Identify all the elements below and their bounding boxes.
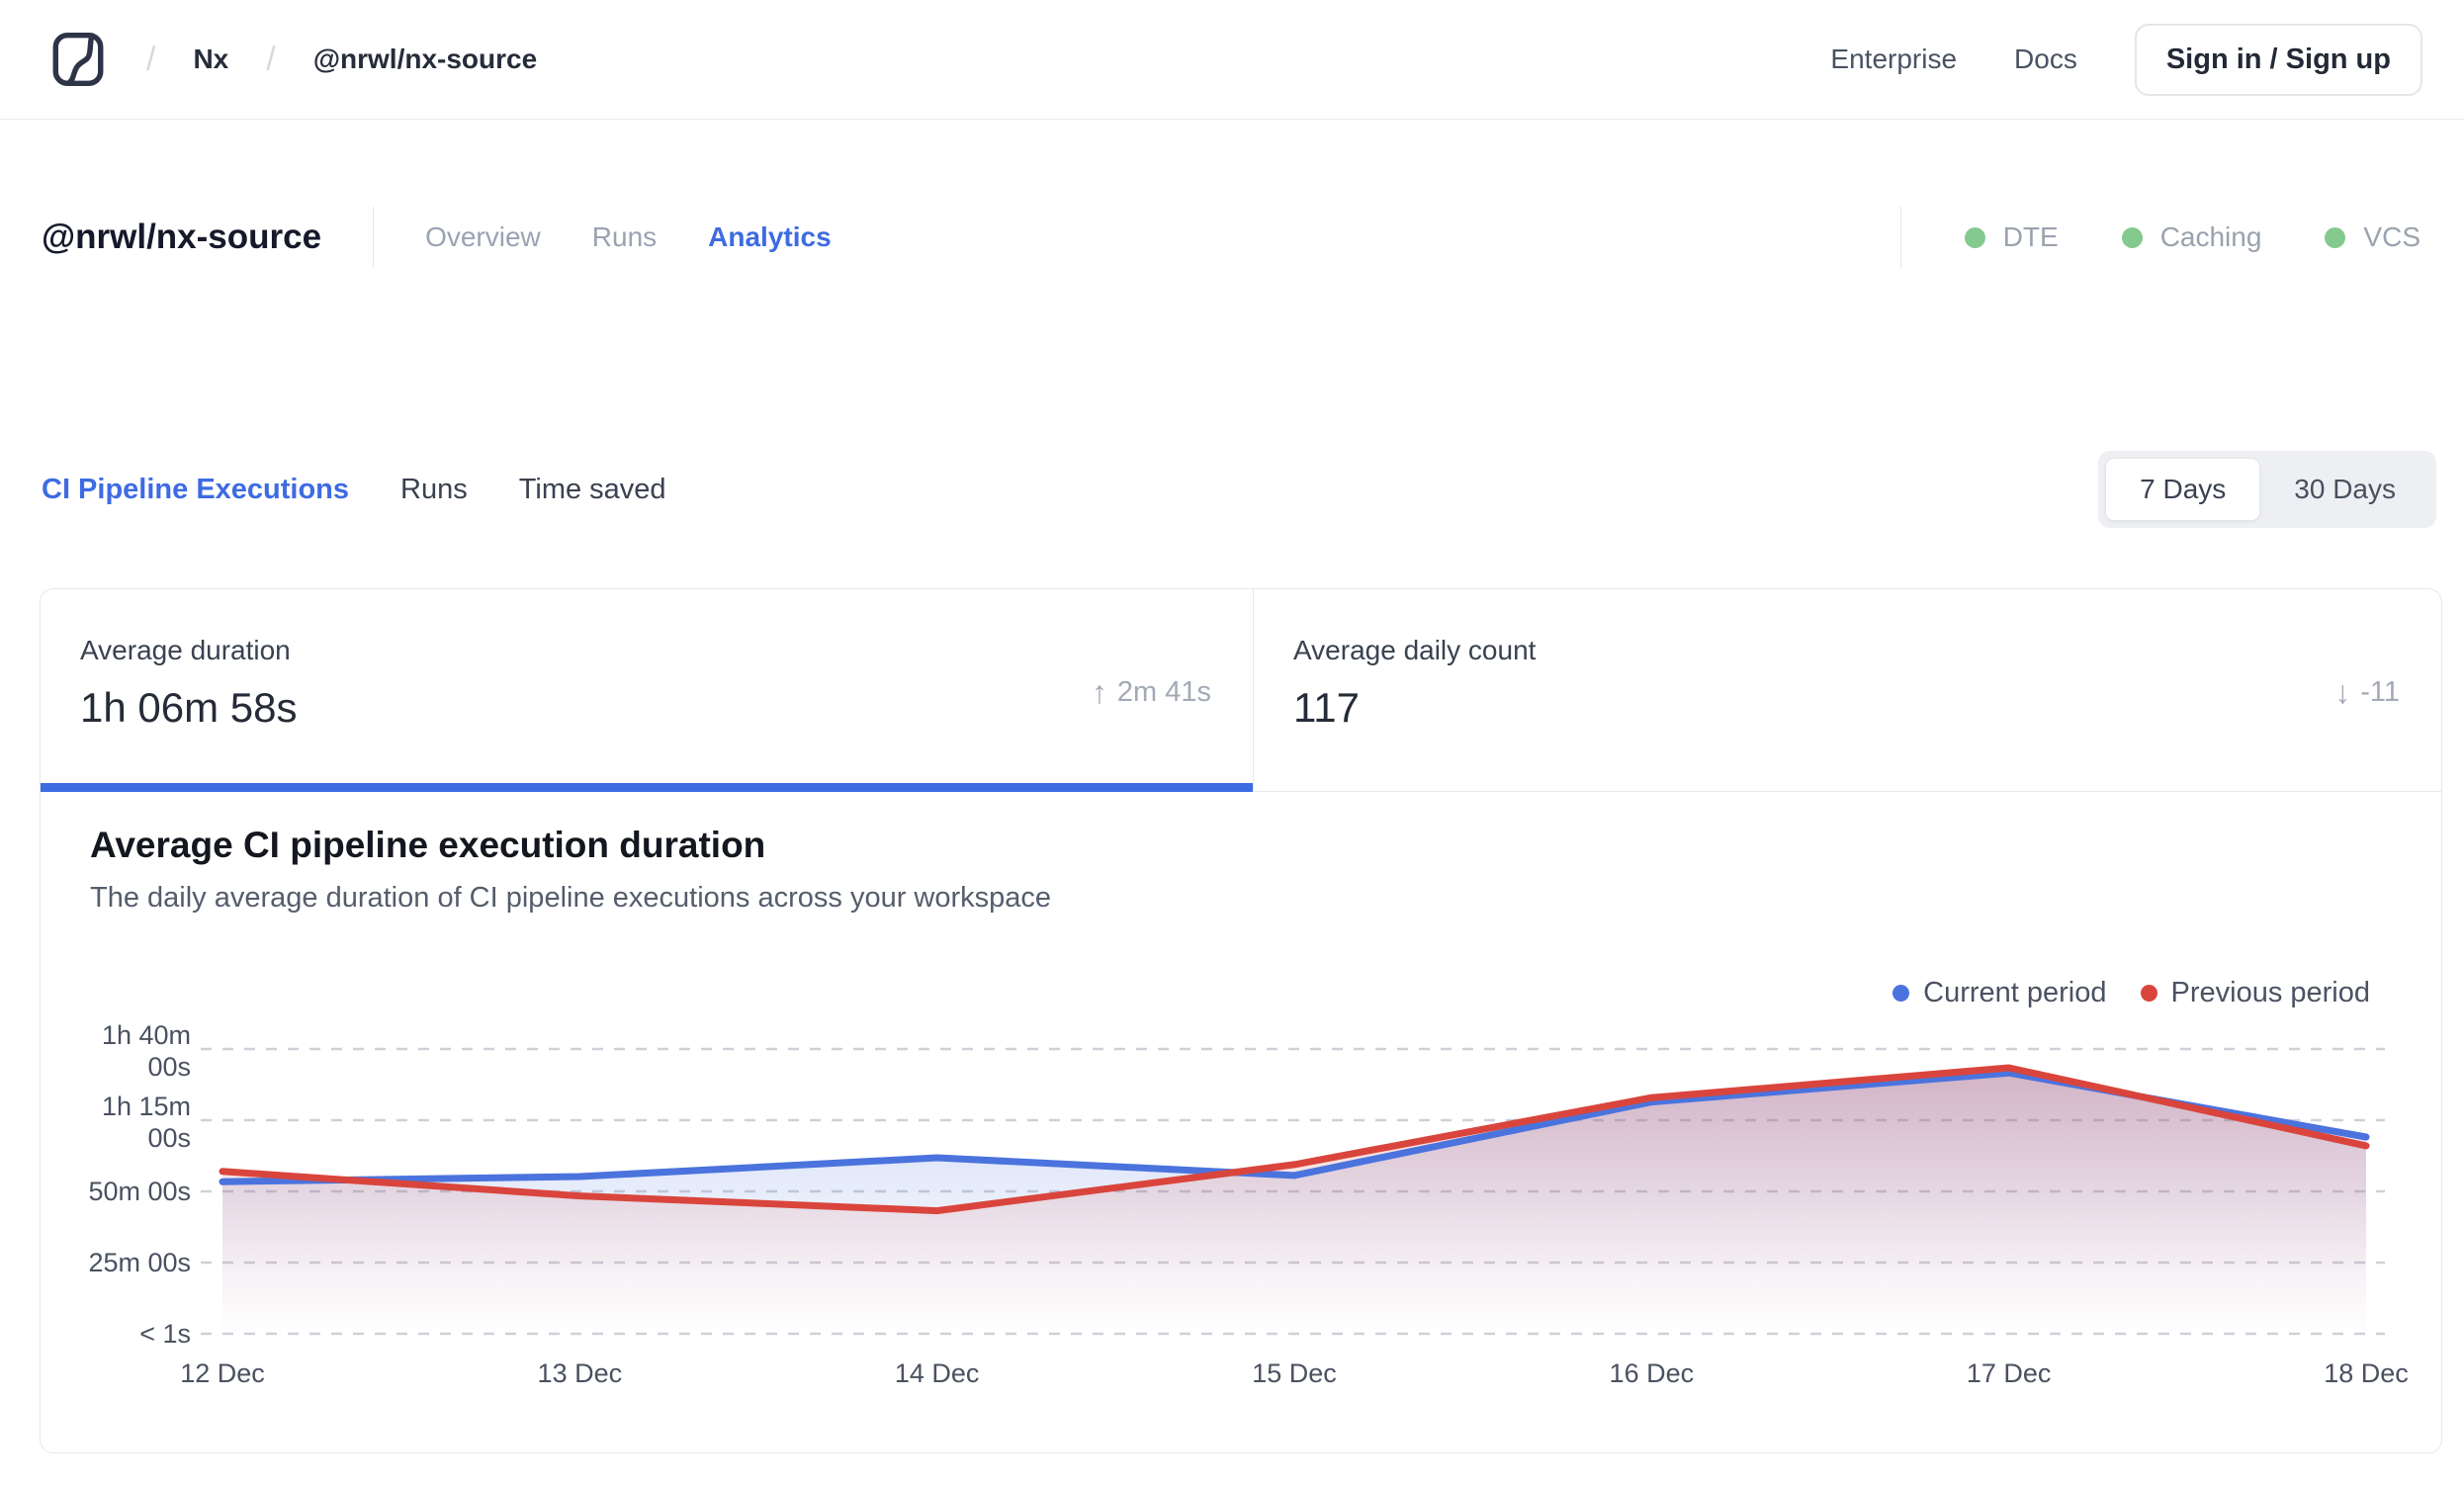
- legend-dot-icon: [2140, 985, 2157, 1002]
- date-range-toggle: 7 Days 30 Days: [2098, 451, 2436, 528]
- docs-link[interactable]: Docs: [2014, 44, 2077, 75]
- stat-card-average-daily-count[interactable]: Average daily count 117 ↓ -11: [1253, 589, 2441, 791]
- analytics-controls: CI Pipeline Executions Runs Time saved 7…: [0, 450, 2464, 529]
- analytics-panel: Average duration 1h 06m 58s ↑ 2m 41s Ave…: [40, 588, 2442, 1453]
- status-label: DTE: [2002, 221, 2059, 252]
- chart-title: Average CI pipeline execution duration: [90, 825, 766, 865]
- stat-delta: ↑ 2m 41s: [1092, 674, 1211, 711]
- stats-row: Average duration 1h 06m 58s ↑ 2m 41s Ave…: [41, 589, 2441, 792]
- workspace-header: @nrwl/nx-source Overview Runs Analytics …: [0, 198, 2464, 277]
- status-dte: DTE: [1964, 221, 2059, 253]
- green-dot-icon: [1964, 226, 1985, 248]
- legend-label: Current period: [1923, 977, 2107, 1008]
- breadcrumb-org[interactable]: Nx: [193, 44, 228, 75]
- arrow-up-icon: ↑: [1091, 674, 1107, 710]
- status-label: VCS: [2363, 221, 2420, 252]
- top-nav: / Nx / @nrwl/nx-source Enterprise Docs S…: [0, 0, 2464, 120]
- stat-value: 1h 06m 58s: [80, 684, 298, 731]
- enterprise-link[interactable]: Enterprise: [1830, 44, 1957, 75]
- chart-legend: Current period Previous period: [1859, 977, 2370, 1009]
- green-dot-icon: [2121, 226, 2143, 248]
- top-nav-right: Enterprise Docs Sign in / Sign up: [1830, 23, 2422, 96]
- legend-dot-icon: [1892, 985, 1910, 1002]
- tab-overview[interactable]: Overview: [425, 221, 541, 253]
- tab-analytics-runs[interactable]: Runs: [400, 474, 468, 506]
- stat-value: 117: [1293, 684, 1360, 731]
- sign-in-button[interactable]: Sign in / Sign up: [2134, 23, 2422, 96]
- status-caching: Caching: [2121, 221, 2262, 253]
- status-vcs: VCS: [2325, 221, 2420, 253]
- tab-analytics[interactable]: Analytics: [708, 221, 832, 253]
- breadcrumb-separator: /: [266, 40, 276, 78]
- legend-previous-period[interactable]: Previous period: [2140, 977, 2371, 1009]
- chart-subtitle: The daily average duration of CI pipelin…: [90, 882, 1052, 914]
- stat-label: Average daily count: [1293, 635, 1537, 665]
- tab-runs[interactable]: Runs: [592, 221, 657, 253]
- tab-time-saved[interactable]: Time saved: [519, 474, 666, 506]
- stat-label: Average duration: [80, 635, 291, 665]
- delta-value: 2m 41s: [1116, 676, 1211, 708]
- breadcrumb-separator: /: [146, 40, 156, 78]
- nx-cloud-logo-icon[interactable]: [47, 29, 109, 90]
- tab-ci-pipeline-executions[interactable]: CI Pipeline Executions: [42, 474, 349, 506]
- delta-value: -11: [2360, 676, 2400, 708]
- status-label: Caching: [2159, 221, 2262, 252]
- active-stat-indicator: [41, 783, 1253, 792]
- range-7-days[interactable]: 7 Days: [2105, 458, 2261, 521]
- divider: [373, 207, 375, 268]
- page-title: @nrwl/nx-source: [42, 218, 322, 256]
- arrow-down-icon: ↓: [2334, 674, 2351, 710]
- range-30-days[interactable]: 30 Days: [2260, 459, 2429, 520]
- legend-label: Previous period: [2170, 977, 2371, 1008]
- divider: [1899, 207, 1901, 268]
- legend-current-period[interactable]: Current period: [1892, 977, 2107, 1009]
- breadcrumb-workspace[interactable]: @nrwl/nx-source: [313, 44, 537, 75]
- stat-delta: ↓ -11: [2334, 674, 2400, 711]
- green-dot-icon: [2325, 226, 2346, 248]
- stat-card-average-duration[interactable]: Average duration 1h 06m 58s ↑ 2m 41s: [41, 589, 1253, 792]
- workspace-status: DTE Caching VCS: [1899, 207, 2420, 268]
